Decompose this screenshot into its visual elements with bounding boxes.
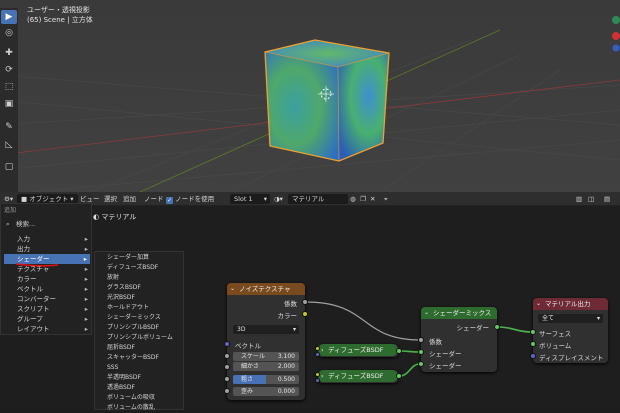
diffuse2-title: ディフューズBSDF	[328, 372, 384, 380]
output-displacement-label: ディスプレイスメント	[539, 354, 604, 362]
mix-node-header[interactable]: ⌄ シェーダーミックス	[421, 307, 497, 319]
submenu-item[interactable]: 光沢BSDF	[107, 293, 135, 303]
submenu-item[interactable]: 透過BSDF	[107, 383, 135, 393]
diffuse2-bsdf-socket[interactable]	[396, 373, 402, 379]
submenu-item[interactable]: シェーダー加算	[107, 253, 149, 263]
distortion-value: 0.000	[277, 388, 295, 395]
output-target-value: 全て	[542, 315, 555, 322]
output-surface-label: サーフェス	[539, 330, 572, 338]
scale-value: 3.100	[277, 353, 295, 360]
submenu-item[interactable]: プリンシプルボリューム	[107, 333, 173, 343]
diffuse2-color-socket[interactable]	[315, 372, 320, 377]
noise-dimension-value: 3D	[237, 326, 246, 333]
mix-in-shader1-label: シェーダー	[429, 350, 462, 358]
submenu-item[interactable]: 放射	[107, 273, 119, 283]
noise-distortion-socket[interactable]	[224, 388, 230, 394]
mix-in-shader2-label: シェーダー	[429, 362, 462, 370]
diffuse1-title: ディフューズBSDF	[328, 346, 384, 354]
submenu-item[interactable]: ボリュームの吸収	[107, 393, 155, 403]
noise-in-vector-label: ベクトル	[235, 342, 261, 350]
noise-texture-node[interactable]: ⌄ ノイズテクスチャ 係数 カラー 3D ▾ ベクトル スケール 3.100 細か…	[227, 283, 305, 400]
diffuse-bsdf-node-1[interactable]: › ディフューズBSDF	[318, 344, 398, 357]
noise-detail-socket[interactable]	[224, 364, 230, 370]
noise-detail-field[interactable]: 細かさ 2.000	[233, 362, 299, 371]
submenu-item[interactable]: SSS	[107, 363, 118, 373]
mix-out-shader-label: シェーダー	[456, 324, 490, 332]
submenu-item-mix-shader[interactable]: シェーダーミックス	[107, 313, 161, 323]
output-node-header[interactable]: ⌄ マテリアル出力	[533, 298, 608, 310]
noise-node-header[interactable]: ⌄ ノイズテクスチャ	[227, 283, 305, 295]
material-output-node[interactable]: ⌄ マテリアル出力 全て ▾ サーフェス ボリューム ディスプレイスメント	[533, 298, 608, 363]
collapse-arrow-icon[interactable]: ⌄	[424, 307, 429, 319]
output-target-dropdown[interactable]: 全て ▾	[538, 314, 603, 323]
link-fac	[305, 301, 421, 341]
noise-vector-socket[interactable]	[224, 341, 230, 347]
submenu-item[interactable]: グラスBSDF	[107, 283, 141, 293]
noise-dimension-dropdown[interactable]: 3D ▾	[233, 325, 299, 334]
mix-shader-node[interactable]: ⌄ シェーダーミックス シェーダー 係数 シェーダー シェーダー	[421, 307, 497, 372]
submenu-item[interactable]: ディフューズBSDF	[107, 263, 158, 273]
noise-scale-field[interactable]: スケール 3.100	[233, 352, 299, 361]
noise-distortion-field[interactable]: 歪み 0.000	[233, 387, 299, 396]
noise-scale-socket[interactable]	[224, 353, 230, 359]
collapse-arrow-icon[interactable]: ⌄	[536, 298, 541, 310]
output-surface-socket[interactable]	[530, 329, 536, 335]
expand-arrow-icon[interactable]: ›	[321, 370, 324, 382]
diffuse1-normal-socket[interactable]	[315, 352, 320, 357]
submenu-item[interactable]: ボリュームの散乱	[107, 403, 155, 413]
diffuse-bsdf-node-2[interactable]: › ディフューズBSDF	[318, 370, 398, 383]
diffuse1-color-socket[interactable]	[315, 346, 320, 351]
diffuse1-bsdf-socket[interactable]	[396, 348, 402, 354]
collapse-arrow-icon[interactable]: ⌄	[230, 283, 235, 295]
mix-fac-socket[interactable]	[418, 337, 424, 343]
link-output	[496, 326, 533, 333]
output-node-title: マテリアル出力	[545, 300, 591, 308]
link-diffuse2	[398, 363, 421, 377]
submenu-item[interactable]: 半透明BSDF	[107, 373, 141, 383]
noise-out-fac-label: 係数	[284, 300, 297, 308]
mix-out-shader-socket[interactable]	[494, 324, 500, 330]
mix-in-fac-label: 係数	[429, 338, 442, 346]
noise-roughness-socket[interactable]	[224, 376, 230, 382]
submenu-item[interactable]: スキャッターBSDF	[107, 353, 159, 363]
noise-color-socket[interactable]	[302, 311, 308, 317]
submenu-item[interactable]: プリンシプルBSDF	[107, 323, 159, 333]
shader-submenu: シェーダー加算 ディフューズBSDF 放射 グラスBSDF 光沢BSDF ホール…	[94, 251, 184, 413]
underline-shader	[15, 263, 59, 267]
noise-roughness-slider[interactable]: 粗さ 0.500	[233, 375, 299, 384]
scale-label: スケール	[241, 353, 266, 360]
submenu-item[interactable]: 屈折BSDF	[107, 343, 135, 353]
diffuse2-header[interactable]: › ディフューズBSDF	[318, 370, 398, 382]
output-displacement-socket[interactable]	[530, 353, 536, 359]
output-volume-label: ボリューム	[539, 342, 572, 350]
diffuse2-normal-socket[interactable]	[315, 378, 320, 383]
noise-out-color-label: カラー	[277, 312, 298, 320]
distortion-label: 歪み	[241, 388, 254, 395]
expand-arrow-icon[interactable]: ›	[321, 344, 324, 356]
noise-node-title: ノイズテクスチャ	[239, 285, 291, 293]
output-volume-socket[interactable]	[530, 341, 536, 347]
mix-shader1-socket[interactable]	[418, 349, 424, 355]
submenu-item[interactable]: ホールドアウト	[107, 303, 149, 313]
detail-label: 細かさ	[241, 363, 260, 370]
noise-fac-socket[interactable]	[302, 299, 308, 305]
roughness-label: 粗さ	[241, 376, 254, 383]
link-diffuse1	[398, 350, 421, 353]
diffuse1-header[interactable]: › ディフューズBSDF	[318, 344, 398, 356]
detail-value: 2.000	[277, 363, 295, 370]
mix-node-title: シェーダーミックス	[433, 309, 492, 317]
roughness-value: 0.500	[277, 376, 295, 383]
mix-shader2-socket[interactable]	[418, 361, 424, 367]
